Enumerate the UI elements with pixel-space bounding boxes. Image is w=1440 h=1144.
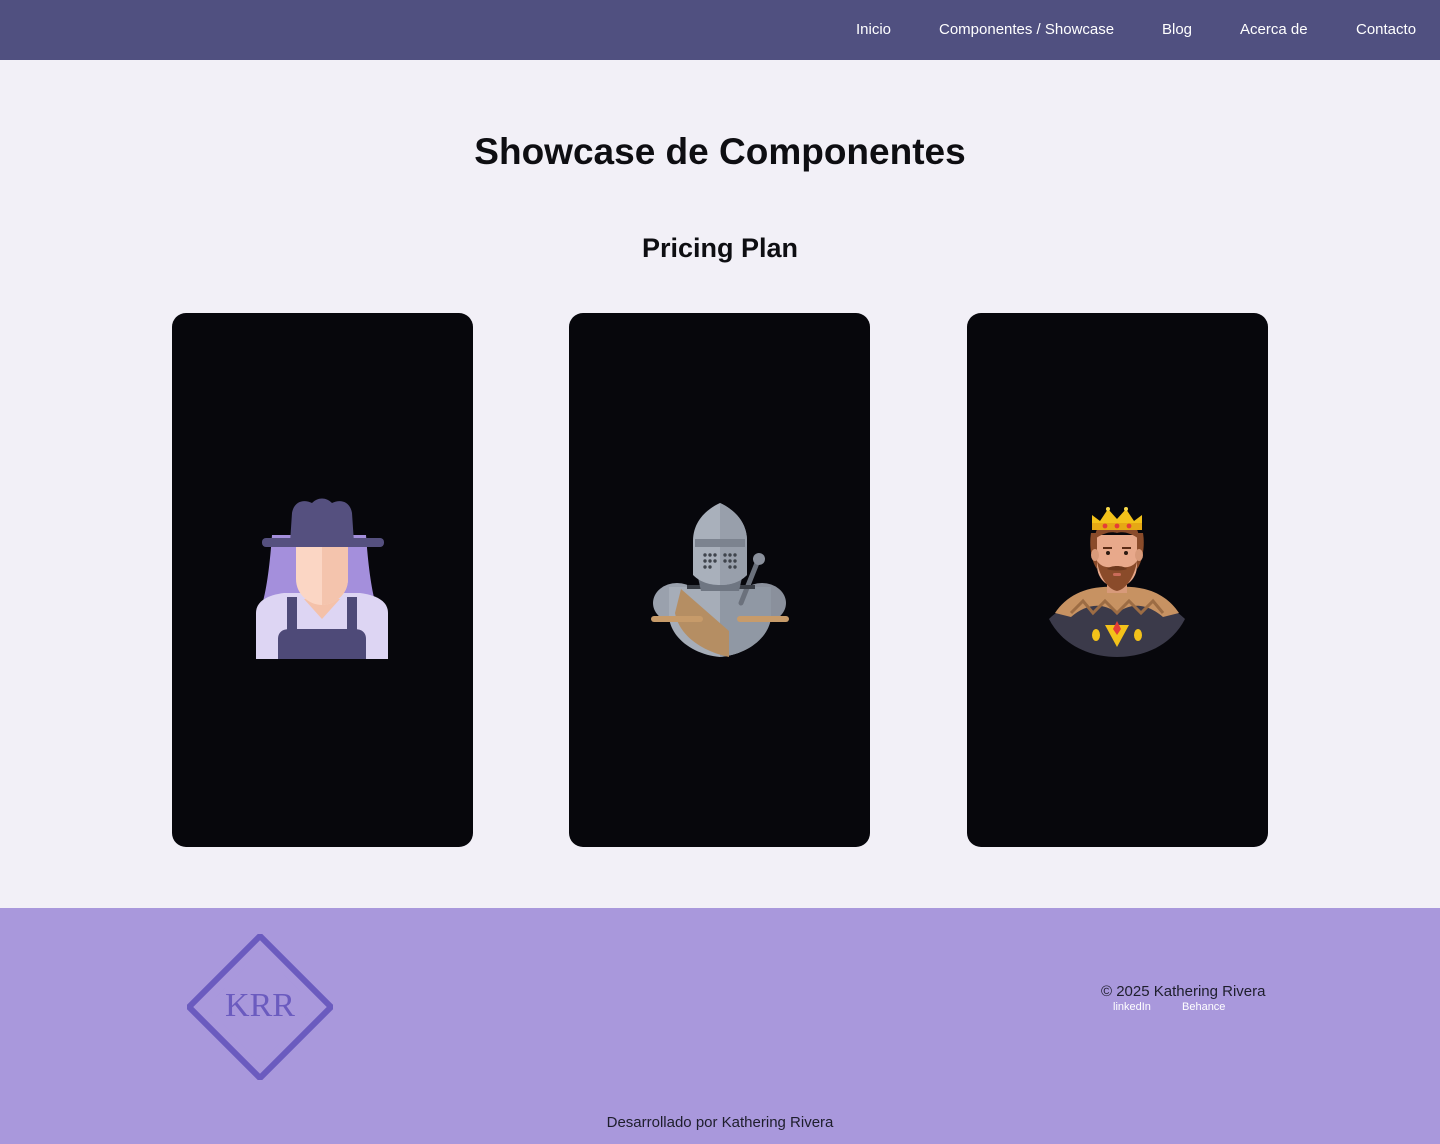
site-footer: KRR © 2025 Kathering Rivera linkedIn Beh… (0, 908, 1440, 1144)
pricing-card-1[interactable] (172, 313, 473, 847)
page-title: Showcase de Componentes (474, 131, 966, 172)
nav-link-contacto[interactable]: Contacto (1356, 20, 1416, 40)
nav-link-showcase[interactable]: Componentes / Showcase (939, 20, 1114, 40)
nav-link-blog[interactable]: Blog (1162, 20, 1192, 40)
pricing-card-3[interactable] (967, 313, 1268, 847)
nav-link-inicio[interactable]: Inicio (856, 20, 891, 40)
copyright-text: © 2025 Kathering Rivera (1101, 983, 1266, 1000)
developer-credit: Desarrollado por Kathering Rivera (606, 1114, 834, 1131)
knight-armor-avatar-icon (651, 503, 789, 657)
pricing-card-2[interactable] (569, 313, 870, 847)
farmer-woman-avatar-icon (256, 498, 388, 659)
linkedin-link[interactable]: linkedIn (1113, 1000, 1151, 1014)
king-avatar-icon (1049, 507, 1185, 657)
krr-logo[interactable]: KRR (187, 934, 333, 1080)
section-title: Pricing Plan (641, 233, 799, 263)
nav-link-acerca-de[interactable]: Acerca de (1240, 20, 1308, 40)
behance-link[interactable]: Behance (1182, 1000, 1225, 1014)
logo-text: KRR (225, 987, 295, 1024)
top-nav-bar: Inicio Componentes / Showcase Blog Acerc… (0, 0, 1440, 60)
